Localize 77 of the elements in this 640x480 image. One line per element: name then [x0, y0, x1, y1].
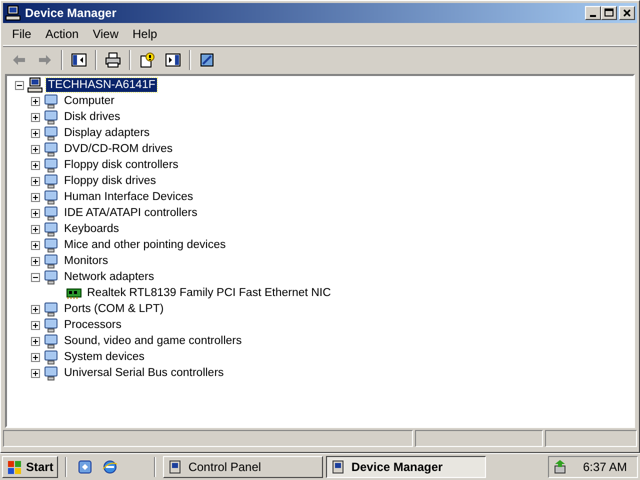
- tree-item[interactable]: Keyboards: [62, 222, 121, 236]
- device-icon: [43, 365, 59, 381]
- device-icon: [43, 317, 59, 333]
- device-icon: [43, 221, 59, 237]
- close-button[interactable]: [619, 6, 635, 20]
- tree-item[interactable]: Realtek RTL8139 Family PCI Fast Ethernet NIC: [85, 286, 333, 300]
- help-icon[interactable]: [139, 52, 155, 68]
- start-button[interactable]: Start: [2, 456, 58, 478]
- expand-toggle[interactable]: [31, 160, 40, 170]
- expand-toggle[interactable]: [31, 336, 40, 346]
- device-icon: [43, 333, 59, 349]
- printer-icon[interactable]: [105, 52, 121, 68]
- expand-toggle[interactable]: [31, 304, 40, 314]
- expand-toggle[interactable]: [31, 144, 40, 154]
- computer-icon: [5, 5, 21, 21]
- minimize-icon: [590, 15, 596, 17]
- menu-item[interactable]: Action: [38, 27, 86, 41]
- expand-toggle[interactable]: [31, 224, 40, 234]
- tree-item[interactable]: Ports (COM & LPT): [62, 302, 166, 316]
- expand-toggle[interactable]: [31, 192, 40, 202]
- menu-item[interactable]: View: [86, 27, 126, 41]
- tree-item[interactable]: TECHHASN-A6141F: [46, 78, 158, 92]
- device-icon: [43, 301, 59, 317]
- menu-item[interactable]: Help: [126, 27, 164, 41]
- device-icon: [43, 157, 59, 173]
- tree-item[interactable]: Human Interface Devices: [62, 190, 196, 204]
- expand-toggle[interactable]: [31, 240, 40, 250]
- expand-toggle[interactable]: [31, 352, 40, 362]
- maximize-button[interactable]: [601, 6, 617, 20]
- close-icon: [622, 8, 632, 18]
- computer-icon: [27, 77, 43, 93]
- tree-item[interactable]: Mice and other pointing devices: [62, 238, 228, 252]
- device-icon: [43, 141, 59, 157]
- expand-toggle[interactable]: [31, 208, 40, 218]
- device-icon: [43, 125, 59, 141]
- device-icon: [43, 173, 59, 189]
- device-icon: [43, 269, 59, 285]
- expand-toggle[interactable]: [31, 272, 40, 282]
- taskbar-button[interactable]: Control Panel: [163, 456, 324, 478]
- device-icon: [43, 93, 59, 109]
- clock: 6:37 AM: [582, 460, 627, 474]
- minimize-button[interactable]: [585, 6, 601, 20]
- expand-toggle[interactable]: [31, 128, 40, 138]
- expand-toggle[interactable]: [31, 176, 40, 186]
- maximize-icon: [604, 8, 614, 18]
- expand-toggle[interactable]: [31, 368, 40, 378]
- tree-item[interactable]: Network adapters: [62, 270, 156, 284]
- tree-item[interactable]: DVD/CD-ROM drives: [62, 142, 175, 156]
- device-icon: [43, 349, 59, 365]
- expand-toggle[interactable]: [31, 112, 40, 122]
- tree-item[interactable]: Floppy disk drives: [62, 174, 158, 188]
- taskbar-button[interactable]: Device Manager: [326, 456, 486, 478]
- tree-item[interactable]: Computer: [62, 94, 116, 108]
- tree-item[interactable]: Universal Serial Bus controllers: [62, 366, 226, 380]
- panel-toggle-icon[interactable]: [71, 52, 87, 68]
- device-icon: [43, 237, 59, 253]
- tree-item[interactable]: Floppy disk controllers: [62, 158, 180, 172]
- tree-item[interactable]: Processors: [62, 318, 124, 332]
- properties-icon[interactable]: [165, 52, 181, 68]
- tree-item[interactable]: Sound, video and game controllers: [62, 334, 244, 348]
- expand-toggle[interactable]: [31, 256, 40, 266]
- windows-flag-icon: [7, 459, 23, 475]
- expand-toggle[interactable]: [15, 80, 24, 90]
- tree-item[interactable]: Monitors: [62, 254, 110, 268]
- expand-toggle[interactable]: [31, 320, 40, 330]
- device-icon: [43, 189, 59, 205]
- expand-toggle[interactable]: [31, 96, 40, 106]
- tree-item[interactable]: IDE ATA/ATAPI controllers: [62, 206, 200, 220]
- browser-icon[interactable]: [102, 459, 118, 475]
- menu-item[interactable]: File: [5, 27, 38, 41]
- window-title: Device Manager: [25, 6, 116, 20]
- device-icon: [43, 109, 59, 125]
- tree-item[interactable]: System devices: [62, 350, 147, 364]
- device-icon: [43, 205, 59, 221]
- tree-item[interactable]: Display adapters: [62, 126, 152, 140]
- tree-item[interactable]: Disk drives: [62, 110, 122, 124]
- device-icon: [43, 253, 59, 269]
